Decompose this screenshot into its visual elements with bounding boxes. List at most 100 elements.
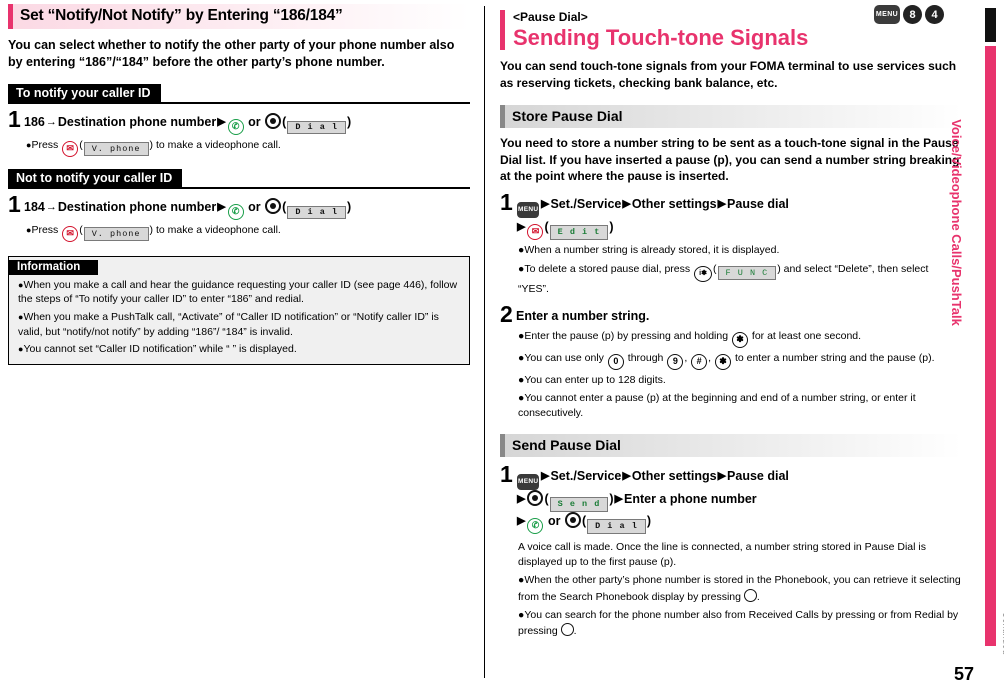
bullet-text: When a number string is already stored, …: [524, 244, 780, 257]
asterisk-key-icon: ✽: [715, 353, 732, 370]
bullet-item: ●You can use only 0 through 9, #, ✽ to e…: [518, 351, 962, 370]
mail-key-icon: ✉: [527, 224, 544, 241]
send-bullets: ●When the other party’s phone number is …: [518, 573, 962, 639]
bullet-text: You can search for the phone number also…: [518, 608, 959, 638]
left-lead-text: You can select whether to notify the oth…: [8, 38, 455, 70]
i-mode-key-icon: i✽: [694, 265, 713, 282]
arrow-icon: ▶: [622, 470, 631, 483]
or-label: or: [547, 513, 561, 528]
arrow-icon: ▶: [217, 200, 226, 213]
section-to-notify-header: To notify your caller ID: [8, 72, 470, 104]
navigation-key-icon: [743, 588, 757, 602]
step-row: 1 MENU ▶Set./Service▶Other settings▶Pause…: [500, 463, 962, 534]
key-9-icon: 9: [667, 353, 684, 370]
bullet-press: Press: [31, 223, 59, 236]
arrow-icon: ▶: [517, 221, 526, 234]
step2-bullets: ●Enter the pause (p) by pressing and hol…: [518, 329, 962, 422]
bullet-item: ●Enter the pause (p) by pressing and hol…: [518, 329, 962, 348]
store-body-text: You need to store a number string to be …: [500, 135, 960, 184]
arrow-icon: ▶: [517, 493, 526, 506]
arrow-icon: ▶: [622, 198, 631, 211]
step-setservice: Set./Service: [550, 469, 622, 484]
continued-label: Continued: [1000, 611, 1004, 655]
asterisk-key-icon: ✽: [731, 331, 748, 348]
information-item-text: When you make a PushTalk call, “Activate…: [18, 310, 439, 338]
select-key-icon: [564, 511, 581, 528]
step-body: MENU ▶Set./Service▶Other settings▶Pause d…: [516, 192, 789, 241]
key-0-icon: 0: [607, 353, 624, 370]
mail-key-icon: ✉: [62, 140, 79, 157]
step1-bullets: ●When a number string is already stored,…: [518, 243, 962, 296]
arrow-icon: ▶: [541, 470, 550, 483]
step-number: 1: [500, 189, 513, 216]
side-tab-label: Voice/Videophone Calls/PushTalk: [949, 119, 965, 326]
select-key-icon: [527, 490, 544, 507]
mail-key-icon: ✉: [62, 225, 79, 242]
bullet-tail: to enter a number string and the pause (…: [734, 351, 935, 364]
section-to-notify-label: To notify your caller ID: [8, 83, 161, 102]
side-tab: Voice/Videophone Calls/PushTalk Continue…: [949, 0, 1004, 697]
bullet-text: To delete a stored pause dial, press: [524, 262, 691, 275]
call-key-icon: ✆: [527, 517, 544, 534]
bullet-item: ●When a number string is already stored,…: [518, 243, 962, 258]
information-item: ●When you make a PushTalk call, “Activat…: [9, 307, 469, 339]
left-page-title: Set “Notify/Not Notify” by Entering “186…: [8, 4, 470, 29]
side-tab-bar: [985, 46, 996, 646]
lcd-dial: D i a l: [587, 518, 646, 534]
information-item-text: You cannot set “Caller ID notification” …: [23, 343, 297, 356]
or-label: or: [248, 114, 261, 129]
section-not-notify-label: Not to notify your caller ID: [8, 168, 183, 187]
bullet-text: Enter the pause (p) by pressing and hold…: [524, 329, 729, 342]
step-number: 1: [8, 105, 21, 132]
bullet-tail: to make a videophone call.: [155, 223, 281, 236]
bullet-text: You can use only: [524, 351, 604, 364]
right-lead-text: You can send touch-tone signals from you…: [500, 59, 957, 91]
information-box: Information ●When you make a call and he…: [8, 255, 470, 365]
bullet-text: You cannot enter a pause (p) at the begi…: [518, 391, 916, 419]
step-setservice: Set./Service: [550, 197, 622, 212]
manual-page: Set “Notify/Not Notify” by Entering “186…: [0, 0, 1004, 697]
right-page-title: Sending Touch-tone Signals: [513, 25, 809, 50]
lcd-send: S e n d: [549, 497, 609, 512]
call-key-icon: ✆: [227, 203, 244, 220]
step-body: Enter a number string.: [516, 308, 650, 323]
bullet-text: When the other party’s phone number is s…: [518, 574, 961, 603]
menu-key-icon: MENU: [517, 202, 539, 219]
arrow-icon: ▶: [217, 115, 226, 128]
or-label: or: [248, 199, 261, 214]
information-item-text: When you make a call and hear the guidan…: [18, 278, 458, 306]
navigation-key-icon: [560, 623, 574, 637]
step-text-destination: Destination phone number: [57, 199, 217, 214]
lcd-vphone: V. phone: [83, 226, 149, 241]
bullet-tail: for at least one second.: [751, 329, 862, 342]
key-4-icon: 4: [925, 5, 944, 24]
lcd-edit: E d i t: [549, 225, 609, 241]
column-divider: [484, 6, 485, 678]
select-key-icon: [265, 112, 282, 129]
send-note-text: A voice call is made. Once the line is c…: [518, 540, 926, 569]
step-body: 186→Destination phone number▶ ✆ or (D i a…: [24, 109, 351, 135]
lcd-dial: D i a l: [287, 205, 347, 219]
bullet-mid: through: [627, 351, 664, 364]
menu-key-group: MENU 8 4: [874, 5, 944, 24]
information-heading: Information: [9, 259, 99, 275]
step-number: 2: [500, 300, 513, 327]
bullet-press: Press: [31, 138, 59, 151]
step-other-settings: Other settings: [631, 469, 717, 484]
section-send-pause-dial: Send Pause Dial: [500, 434, 962, 458]
information-item: ●When you make a call and hear the guida…: [9, 275, 469, 307]
arrow-icon: →: [45, 115, 57, 128]
step-text-destination: Destination phone number: [57, 114, 217, 129]
step-other-settings: Other settings: [631, 197, 717, 212]
menu-key-icon: MENU: [874, 5, 900, 24]
step-text-184: 184: [24, 199, 45, 214]
arrow-icon: ▶: [614, 493, 623, 506]
arrow-icon: ▶: [717, 470, 727, 483]
bullet-text: You can enter up to 128 digits.: [524, 373, 666, 386]
information-item: ●You cannot set “Caller ID notification”…: [9, 339, 469, 357]
key-8-icon: 8: [903, 5, 922, 24]
bullet-item: ●You cannot enter a pause (p) at the beg…: [518, 391, 962, 421]
step-number: 1: [8, 190, 21, 217]
right-column: MENU 8 4 <Pause Dial> Sending Touch-tone…: [492, 0, 970, 697]
left-column: Set “Notify/Not Notify” by Entering “186…: [0, 0, 478, 697]
